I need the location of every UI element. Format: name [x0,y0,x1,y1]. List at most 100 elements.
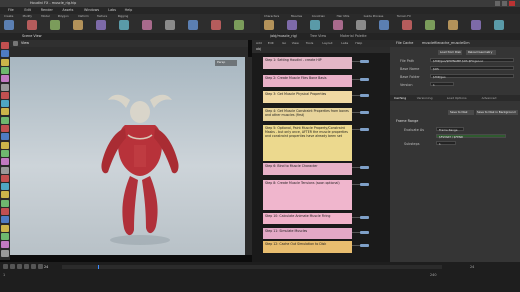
shelf-tool-icon[interactable] [287,20,297,30]
viewport-tool-icon[interactable] [1,50,9,58]
range-dropdown[interactable]: Frame Range [436,127,464,131]
shelf-tool-icon[interactable] [50,20,60,30]
viewport-tool-icon[interactable] [1,75,9,83]
viewport-tool-icon[interactable] [1,174,9,182]
shelf-tool-icon[interactable] [448,20,458,30]
shelf-tab[interactable]: Hair Utils [337,15,350,18]
viewport-tool-icon[interactable] [1,108,9,116]
menu-item-assets[interactable]: Assets [62,8,73,12]
start-frame[interactable]: 1 [3,273,5,277]
shelf-tool-icon[interactable] [27,20,37,30]
param-subtab[interactable]: Advanced [482,96,497,100]
playback-button-icon[interactable] [24,264,29,269]
param-subtab[interactable]: Load Options [447,96,467,100]
viewport-tool-icon[interactable] [1,116,9,124]
shelf-tool-icon[interactable] [310,20,320,30]
playback-button-icon[interactable] [17,264,22,269]
viewport-tool-icon[interactable] [1,241,9,249]
shelf-tool-icon[interactable] [142,20,152,30]
shelf-tab[interactable]: Model [41,15,49,18]
viewport-tool-icon[interactable] [1,42,9,49]
viewport-tool-icon[interactable] [1,158,9,166]
network-menu-labs[interactable]: Labs [341,42,348,45]
shelf-tool-icon[interactable] [234,20,244,30]
network-menu-add[interactable]: Add [256,42,262,45]
node-name[interactable]: musclefilecache_muscleSim [422,41,470,45]
menu-item-labs[interactable]: Labs [108,8,116,12]
shelf-tab[interactable]: Characters [264,15,279,18]
viewport-tool-icon[interactable] [1,232,9,240]
viewport-tool-icon[interactable] [1,166,9,174]
camera-menu[interactable]: Persp [215,60,237,66]
param-field[interactable]: $HIP/geo/$HIPNAME.$OS.$F.bgeo.sc [430,58,514,62]
save-background-button[interactable]: Save to Disk in Background [476,110,518,115]
current-frame[interactable]: 24 [44,265,48,269]
network-menu-tools[interactable]: Tools [306,42,313,45]
sticky-note[interactable]: Step 12: Cache Out Simulation to Disk [263,241,352,253]
reload-geometry-button[interactable]: Reload Geometry [466,50,496,55]
shelf-tab[interactable]: Constrain [312,15,325,18]
param-subtab[interactable]: Caching [394,96,406,100]
playback-button-icon[interactable] [38,264,43,269]
sticky-note[interactable]: Step 1: Setting Houdini - create HIP [263,57,352,69]
param-subtab[interactable]: Versioning [417,96,433,100]
shelf-tool-icon[interactable] [494,20,504,30]
network-tab[interactable]: /obj/muscle_rig/ [270,34,297,38]
shelf-tab[interactable]: Guide Process [364,15,384,18]
substeps-field[interactable]: 1 [436,141,456,145]
maximize-icon[interactable] [502,1,507,6]
end-frame[interactable]: 240 [430,273,436,277]
viewport[interactable]: Persp [10,57,245,255]
network-node[interactable] [360,128,369,131]
viewport-tool-icon[interactable] [1,199,9,207]
shelf-tool-icon[interactable] [119,20,129,30]
shelf-tab[interactable]: Terrain FX [397,15,411,18]
network-menu-go[interactable]: Go [282,42,286,45]
viewport-tool-icon[interactable] [1,83,9,91]
playback-button-icon[interactable] [10,264,15,269]
viewport-tool-icon[interactable] [1,100,9,108]
viewport-tool-icon[interactable] [1,58,9,66]
shelf-tool-icon[interactable] [4,20,14,30]
menu-item-file[interactable]: File [8,8,14,12]
param-field[interactable]: $HIP/geo [430,74,514,78]
network-node[interactable] [360,231,369,234]
sticky-note[interactable]: Step 8: Create Muscle Tensions (soon opt… [263,180,352,210]
network-path[interactable]: obj [256,47,261,51]
menu-item-help[interactable]: Help [125,8,133,12]
param-field[interactable]: $OS [430,66,514,70]
network-node[interactable] [360,244,369,247]
network-node[interactable] [360,216,369,219]
viewport-tool-icon[interactable] [1,224,9,232]
menu-item-windows[interactable]: Windows [84,8,99,12]
start-end-field[interactable]: $FSTART / $FEND [436,134,506,138]
shelf-tool-icon[interactable] [264,20,274,30]
menu-item-edit[interactable]: Edit [24,8,31,12]
shelf-tool-icon[interactable] [425,20,435,30]
shelf-tab[interactable]: Rigging [118,15,129,18]
viewport-tool-icon[interactable] [1,91,9,99]
shelf-tab[interactable]: Texture [97,15,107,18]
sticky-note[interactable]: Step 2: Create Muscle Files Bone Basis [263,75,352,87]
menu-item-render[interactable]: Render [41,8,53,12]
viewport-tool-icon[interactable] [1,133,9,141]
shelf-tool-icon[interactable] [471,20,481,30]
viewport-tool-icon[interactable] [1,216,9,224]
treeview-tab[interactable]: Tree View [310,34,326,38]
shelf-tool-icon[interactable] [73,20,83,30]
param-field[interactable]: 1 [430,82,454,86]
network-node[interactable] [360,94,369,97]
sticky-note[interactable]: Step 11: Simulate Muscles [263,228,352,239]
playhead[interactable] [98,265,99,269]
viewport-tab[interactable]: Scene View [22,34,41,38]
network-node[interactable] [360,78,369,81]
load-from-disk-button[interactable]: Load from Disk [438,50,462,55]
viewport-tool-icon[interactable] [1,125,9,132]
network-node[interactable] [360,60,369,63]
save-to-disk-button[interactable]: Save to Disk [448,110,474,115]
playback-controls[interactable] [3,264,59,270]
shelf-tab[interactable]: Modify [23,15,32,18]
shelf-tool-icon[interactable] [402,20,412,30]
viewport-tool-icon[interactable] [1,191,9,199]
shelf-tool-icon[interactable] [379,20,389,30]
